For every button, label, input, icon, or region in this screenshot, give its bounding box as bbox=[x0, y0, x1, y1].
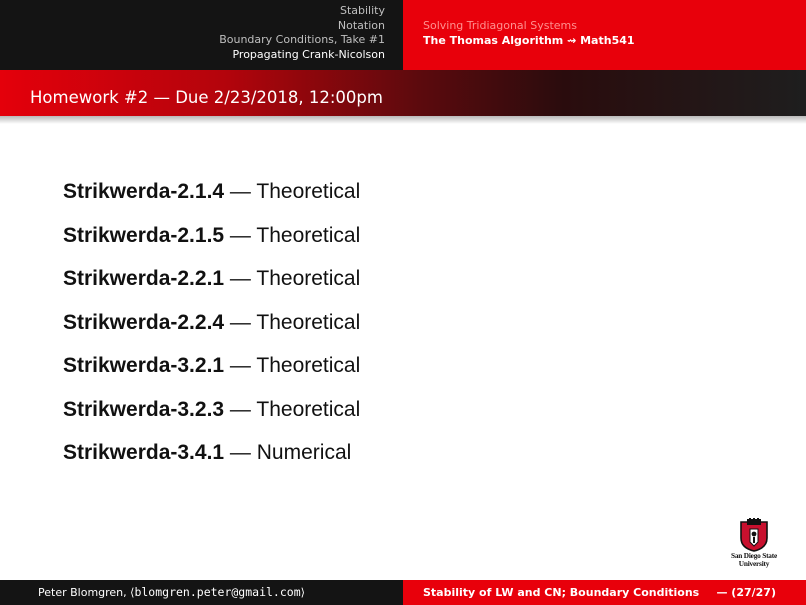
footer-author: Peter Blomgren, ⟨blomgren.peter@gmail.co… bbox=[0, 580, 403, 605]
top-navigation: Stability Notation Boundary Conditions, … bbox=[0, 0, 806, 70]
separator: — bbox=[224, 267, 257, 290]
problem-type: Numerical bbox=[256, 441, 352, 464]
page-number: — (27/27) bbox=[716, 586, 776, 599]
problem-type: Theoretical bbox=[256, 354, 361, 377]
problem-type: Theoretical bbox=[256, 310, 361, 334]
frame-title: Homework #2 — Due 2/23/2018, 12:00pm bbox=[0, 70, 806, 116]
separator: — bbox=[224, 397, 257, 421]
title-shadow bbox=[0, 116, 806, 124]
list-item: Strikwerda-2.2.4 — Theoretical bbox=[63, 307, 360, 351]
problem-type: Theoretical bbox=[256, 397, 361, 421]
separator: — bbox=[224, 180, 257, 203]
logo-wordmark: San Diego State University bbox=[722, 552, 786, 568]
problem-code: Strikwerda-3.2.3 bbox=[63, 397, 225, 421]
problem-code: Strikwerda-3.2.1 bbox=[63, 354, 225, 377]
problem-type: Theoretical bbox=[256, 223, 361, 247]
footer: Peter Blomgren, ⟨blomgren.peter@gmail.co… bbox=[0, 580, 806, 605]
author-email[interactable]: blomgren.peter@gmail.com bbox=[134, 585, 300, 599]
nav-section-boundary-conditions[interactable]: Boundary Conditions, Take #1 bbox=[0, 33, 385, 48]
nav-section-notation[interactable]: Notation bbox=[0, 19, 385, 34]
separator: — bbox=[224, 223, 257, 247]
list-item: Strikwerda-2.1.4 — Theoretical bbox=[63, 176, 360, 220]
section-nav: Stability Notation Boundary Conditions, … bbox=[0, 0, 403, 70]
list-item: Strikwerda-3.2.1 — Theoretical bbox=[63, 350, 360, 394]
problem-code: Strikwerda-2.1.4 bbox=[63, 180, 225, 203]
nav-section-stability[interactable]: Stability bbox=[0, 4, 385, 19]
separator: — bbox=[224, 310, 257, 334]
list-item: Strikwerda-3.2.3 — Theoretical bbox=[63, 394, 360, 438]
problem-type: Theoretical bbox=[256, 180, 361, 203]
problem-code: Strikwerda-2.2.1 bbox=[63, 267, 225, 290]
nav-section-propagating-crank-nicolson[interactable]: Propagating Crank-Nicolson bbox=[0, 48, 385, 63]
email-bracket-close: ⟩ bbox=[300, 586, 305, 599]
author-name: Peter Blomgren, bbox=[38, 586, 127, 599]
problem-code: Strikwerda-2.2.4 bbox=[63, 310, 225, 334]
list-item: Strikwerda-2.2.1 — Theoretical bbox=[63, 263, 360, 307]
problem-code: Strikwerda-3.4.1 bbox=[63, 441, 225, 464]
problem-code: Strikwerda-2.1.5 bbox=[63, 223, 225, 247]
list-item: Strikwerda-2.1.5 — Theoretical bbox=[63, 220, 360, 264]
separator: — bbox=[224, 354, 257, 377]
nav-subsection-tridiagonal[interactable]: Solving Tridiagonal Systems bbox=[423, 19, 806, 34]
subsection-nav: Solving Tridiagonal Systems The Thomas A… bbox=[403, 0, 806, 70]
nav-subsection-thomas-algorithm[interactable]: The Thomas Algorithm ⇝ Math541 bbox=[423, 34, 806, 49]
separator: — bbox=[224, 441, 257, 464]
problem-type: Theoretical bbox=[256, 267, 361, 290]
homework-list: Strikwerda-2.1.4 — Theoretical Strikwerd… bbox=[63, 176, 360, 481]
sdsu-shield-icon bbox=[740, 518, 768, 552]
talk-title: Stability of LW and CN; Boundary Conditi… bbox=[423, 586, 700, 599]
footer-talk: Stability of LW and CN; Boundary Conditi… bbox=[403, 580, 806, 605]
list-item: Strikwerda-3.4.1 — Numerical bbox=[63, 437, 360, 481]
university-logo: San Diego State University bbox=[722, 518, 786, 570]
logo-line-2: University bbox=[738, 559, 770, 568]
